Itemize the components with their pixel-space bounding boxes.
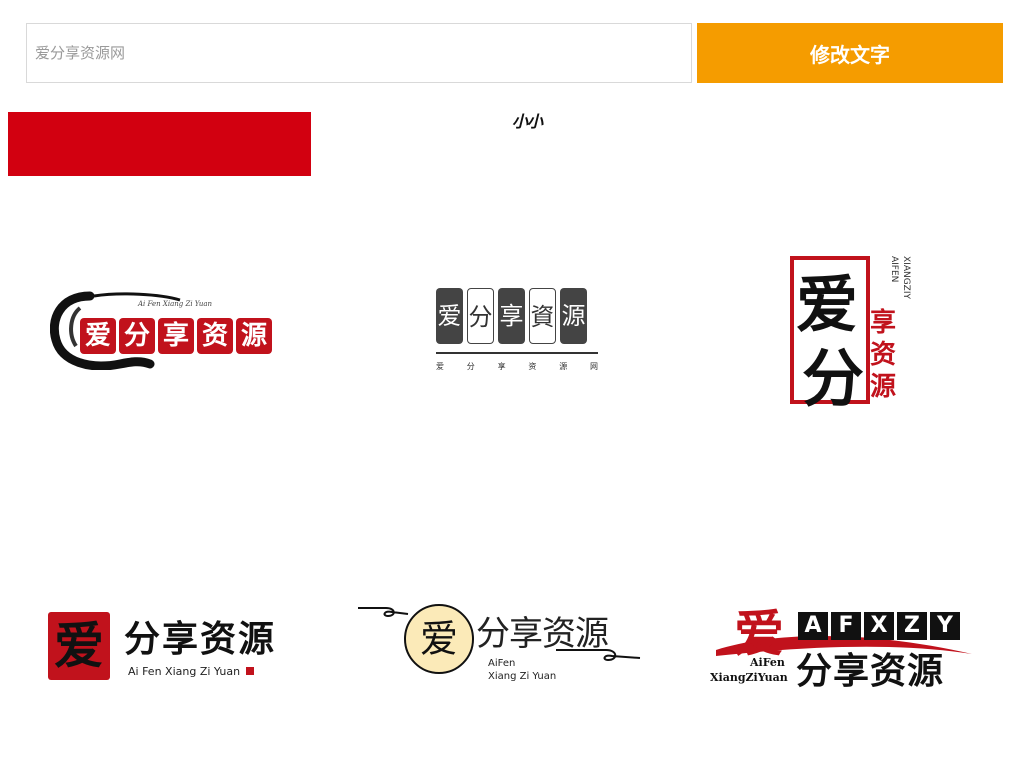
logo-subtitle: AiFen bbox=[750, 656, 785, 669]
red-square-mark bbox=[246, 667, 254, 675]
logo-option-3[interactable]: 爱 分 XIANGZIY AIFEN 享 资 源 bbox=[786, 250, 912, 415]
logo-letter-box: A bbox=[798, 612, 828, 640]
logo-subtitle: Ai Fen Xiang Zi Yuan bbox=[138, 300, 213, 308]
logo-subtitle-char: 享 bbox=[497, 362, 506, 371]
color-swatch[interactable] bbox=[8, 112, 311, 176]
logo-char: 资 bbox=[197, 318, 233, 354]
logo-char: 享 bbox=[870, 308, 897, 338]
logo-char: 資 bbox=[529, 288, 556, 344]
logo-letter-box: Z bbox=[897, 612, 927, 640]
logo-char: 源 bbox=[560, 288, 587, 344]
logo-char: 源 bbox=[870, 372, 897, 402]
logo-letter-box: Y bbox=[930, 612, 960, 640]
logo-subtitle-char: 源 bbox=[559, 362, 568, 371]
logo-option-5[interactable]: 爱 分享资源 AiFen Xiang Zi Yuan bbox=[356, 598, 646, 688]
logo-letter-box: F bbox=[831, 612, 861, 640]
logo-main-text: 分享资源 bbox=[124, 618, 277, 660]
logo-subtitle: AiFen bbox=[488, 658, 516, 669]
logo-main-text: 分享资源 bbox=[796, 650, 945, 692]
logo-seal: 爱 bbox=[48, 612, 110, 680]
logo-char: 享 bbox=[498, 288, 525, 344]
logo-char: 爱 bbox=[80, 318, 116, 354]
logo-subtitle: XiangZiYuan bbox=[710, 671, 788, 684]
logo-char: 分 bbox=[467, 288, 494, 344]
logo-char: 源 bbox=[236, 318, 272, 354]
logo-letter-box: X bbox=[864, 612, 894, 640]
logo-char: 资 bbox=[870, 340, 897, 370]
logo-subtitle-char: 爱 bbox=[436, 362, 444, 371]
logo-char: 爱 bbox=[436, 288, 463, 344]
logo-char: 分 bbox=[119, 318, 155, 354]
logo-option-1[interactable]: 爱 分 享 资 源 Ai Fen Xiang Zi Yuan bbox=[50, 290, 286, 370]
logo-vertical-text: XIANGZIY AIFEN bbox=[889, 256, 911, 300]
logo-option-6[interactable]: 爱 A F X Z Y AiFen XiangZiYuan 分享资源 bbox=[706, 598, 976, 692]
logo-option-2[interactable]: 爱 分 享 資 源 爱 分 享 资 源 网 bbox=[436, 288, 600, 378]
divider bbox=[436, 352, 598, 354]
logo-option-4[interactable]: 爱 分享资源 Ai Fen Xiang Zi Yuan bbox=[46, 608, 292, 684]
size-label: 小小 bbox=[512, 112, 543, 131]
logo-subtitle: Xiang Zi Yuan bbox=[488, 671, 557, 682]
logo-circle-char: 爱 bbox=[404, 604, 474, 674]
logo-main-text: 分享资源 bbox=[476, 614, 609, 654]
logo-subtitle-char: 资 bbox=[528, 362, 537, 371]
logo-char: 享 bbox=[158, 318, 194, 354]
logo-subtitle-char: 网 bbox=[589, 362, 598, 371]
logo-subtitle-char: 分 bbox=[466, 362, 475, 371]
logo-char: 分 bbox=[802, 342, 865, 415]
logo-subtitle: Ai Fen Xiang Zi Yuan bbox=[128, 665, 241, 678]
text-input[interactable] bbox=[26, 23, 692, 83]
modify-text-button[interactable]: 修改文字 bbox=[697, 23, 1003, 83]
